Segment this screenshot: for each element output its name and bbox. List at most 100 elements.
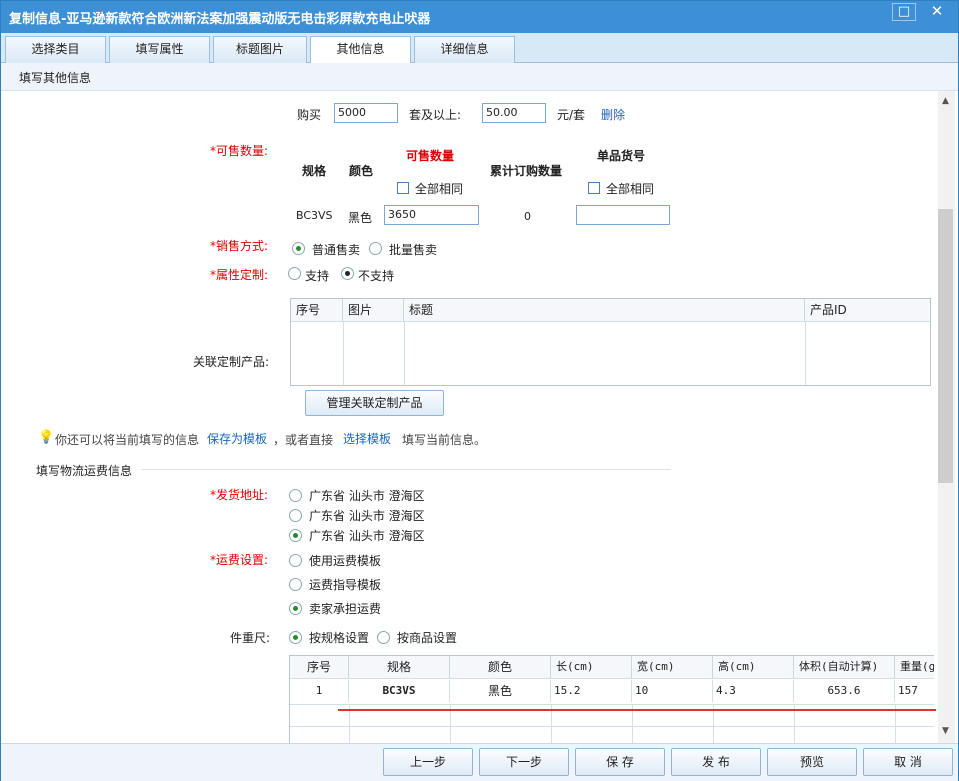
ship-from-radio-3[interactable] (289, 529, 302, 542)
custom-support-radio[interactable] (288, 267, 301, 280)
tier-price-input[interactable]: 50.00 (482, 103, 546, 123)
weight-col-index: 序号 (290, 656, 349, 678)
manage-related-button[interactable]: 管理关联定制产品 (305, 390, 444, 416)
weight-row-volume: 653.6 (794, 680, 895, 702)
related-col-product-id: 产品ID (805, 299, 930, 321)
weight-size-table: 序号 规格 颜色 长(cm) 宽(cm) 高(cm) 体积(自动计算) 重量(g… (289, 655, 934, 743)
weight-row-index: 1 (290, 680, 349, 702)
sale-mode-normal-label: 普通售卖 (312, 243, 361, 257)
scroll-up-icon[interactable]: ▲ (938, 93, 953, 110)
weight-width-input[interactable]: 10 (632, 680, 713, 702)
stock-col-sku: 单品货号 (597, 149, 646, 163)
save-button[interactable]: 保 存 (575, 748, 665, 776)
related-label: 关联定制产品: (193, 355, 270, 369)
scroll-down-icon[interactable]: ▼ (938, 723, 953, 740)
window-title: 复制信息-亚马逊新款符合欧洲新法案加强震动版无电击彩屏款充电止吠器 (9, 12, 431, 27)
qty-same-all-checkbox[interactable] (397, 182, 409, 194)
tip-text-2: ，或者直接 (273, 433, 334, 447)
stock-col-cumulative: 累计订购数量 (490, 164, 563, 178)
tier-quantity-input[interactable]: 5000 (334, 103, 398, 123)
sale-mode-batch-radio[interactable] (369, 242, 382, 255)
title-bar: 复制信息-亚马逊新款符合欧洲新法案加强震动版无电击彩屏款充电止吠器 □ ✕ (1, 1, 958, 33)
sale-mode-label: *销售方式: (210, 239, 269, 253)
weight-col-spec: 规格 (349, 656, 450, 678)
tab-detail-info[interactable]: 详细信息 (414, 36, 515, 63)
weight-row-color: 黑色 (450, 680, 551, 702)
save-template-link[interactable]: 保存为模板 (207, 430, 267, 447)
prev-step-button[interactable]: 上一步 (383, 748, 473, 776)
weight-col-volume: 体积(自动计算) (794, 656, 895, 678)
related-header-divider (291, 321, 930, 322)
stock-row-color: 黑色 (348, 211, 373, 225)
tab-select-category[interactable]: 选择类目 (5, 36, 106, 63)
red-underline-annotation (338, 709, 936, 711)
ship-from-radio-1[interactable] (289, 489, 302, 502)
sku-same-all-checkbox[interactable] (588, 182, 600, 194)
related-col-image: 图片 (343, 299, 404, 321)
dialog-window: 复制信息-亚马逊新款符合欧洲新法案加强震动版无电击彩屏款充电止吠器 □ ✕ 选择… (0, 0, 959, 781)
main-content: 购买 5000 套及以上: 50.00 元/套 删除 *可售数量: 规格 颜色 … (1, 91, 938, 743)
subheader-title: 填写其他信息 (19, 71, 92, 85)
custom-support-label: 支持 (305, 269, 330, 283)
weight-col-width: 宽(cm) (632, 656, 713, 678)
freight-option-guide: 运费指导模板 (309, 578, 382, 592)
weight-by-spec-radio[interactable] (289, 631, 302, 644)
lightbulb-icon: 💡 (38, 430, 55, 445)
custom-unsupported-radio[interactable] (341, 267, 354, 280)
preview-button[interactable]: 预览 (767, 748, 857, 776)
weight-row-divider (290, 726, 934, 727)
tab-other-info[interactable]: 其他信息 (310, 36, 411, 64)
vertical-scrollbar[interactable]: ▲ ▼ (938, 91, 955, 743)
tab-title-images[interactable]: 标题图片 (213, 36, 307, 63)
ship-from-radio-2[interactable] (289, 509, 302, 522)
ship-from-option-3: 广东省 汕头市 澄海区 (309, 529, 425, 543)
weight-length-input[interactable]: 15.2 (551, 680, 632, 702)
weight-by-product-label: 按商品设置 (397, 631, 458, 645)
freight-label: *运费设置: (210, 553, 269, 567)
sale-mode-batch-label: 批量售卖 (389, 243, 438, 257)
freight-template-radio[interactable] (289, 554, 302, 567)
weight-height-input[interactable]: 4.3 (713, 680, 794, 702)
weight-size-label: 件重尺: (230, 631, 271, 645)
tab-fill-attributes[interactable]: 填写属性 (109, 36, 210, 63)
freight-seller-radio[interactable] (289, 602, 302, 615)
tab-bar: 选择类目 填写属性 标题图片 其他信息 详细信息 (1, 33, 958, 64)
tip-text-1: 你还可以将当前填写的信息 (55, 433, 200, 447)
stock-col-color: 颜色 (349, 164, 374, 178)
choose-template-link[interactable]: 选择模板 (343, 430, 391, 447)
related-col-divider (404, 321, 405, 385)
maximize-icon[interactable]: □ (892, 3, 916, 21)
freight-guide-radio[interactable] (289, 578, 302, 591)
cancel-button[interactable]: 取 消 (863, 748, 953, 776)
freight-option-template: 使用运费模板 (309, 554, 382, 568)
weight-col-color: 颜色 (450, 656, 551, 678)
scrollbar-thumb[interactable] (938, 209, 953, 483)
close-icon[interactable]: ✕ (925, 3, 949, 21)
stock-label: *可售数量: (210, 144, 269, 158)
weight-header-divider (290, 678, 934, 679)
custom-label: *属性定制: (210, 268, 269, 282)
related-products-table: 序号 图片 标题 产品ID (290, 298, 931, 386)
weight-col-height: 高(cm) (713, 656, 794, 678)
sale-mode-normal-radio[interactable] (292, 242, 305, 255)
tier-buy-label: 购买 (297, 108, 322, 122)
tier-unit-label: 套及以上: (409, 108, 462, 122)
stock-sku-input[interactable] (576, 205, 670, 225)
tip-text-3: 填写当前信息。 (402, 433, 487, 447)
weight-weight-input[interactable]: 157 (895, 680, 934, 702)
weight-row-spec: BC3VS (349, 680, 450, 702)
weight-by-product-radio[interactable] (377, 631, 390, 644)
ship-from-label: *发货地址: (210, 488, 269, 502)
sku-same-all-label: 全部相同 (606, 182, 655, 196)
publish-button[interactable]: 发 布 (671, 748, 761, 776)
related-col-index: 序号 (291, 299, 343, 321)
logistics-section-title: 填写物流运费信息 (36, 464, 133, 478)
next-step-button[interactable]: 下一步 (479, 748, 569, 776)
qty-same-all-label: 全部相同 (415, 182, 464, 196)
footer-bar: 上一步 下一步 保 存 发 布 预览 取 消 (1, 743, 958, 781)
stock-qty-input[interactable]: 3650 (384, 205, 479, 225)
ship-from-option-1: 广东省 汕头市 澄海区 (309, 489, 425, 503)
weight-row-divider (290, 704, 934, 705)
tier-delete-link[interactable]: 删除 (601, 106, 625, 123)
section-subheader: 填写其他信息 (1, 63, 958, 91)
